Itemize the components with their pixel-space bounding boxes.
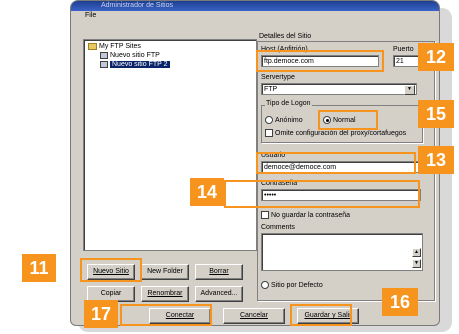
port-label: Puerto — [393, 46, 414, 53]
highlight-user — [256, 152, 416, 174]
callout-13: 13 — [418, 146, 454, 174]
highlight-normal — [318, 110, 378, 130]
computer-icon — [100, 60, 108, 68]
chevron-down-icon[interactable]: ▼ — [404, 85, 415, 95]
callout-17: 17 — [84, 300, 118, 328]
site-tree[interactable]: My FTP Sites Nuevo sitio FTP Nuevo sitio… — [83, 39, 257, 251]
radio-icon — [265, 116, 273, 124]
servertype-select[interactable]: FTP ▼ — [261, 83, 417, 95]
highlight-password — [224, 180, 420, 208]
scroll-down-icon[interactable]: ▼ — [412, 259, 421, 268]
tree-item-site-1[interactable]: Nuevo sitio FTP — [100, 51, 160, 60]
comments-textarea[interactable]: ▲ ▼ — [261, 233, 423, 271]
checkbox-icon — [261, 211, 269, 219]
title-bar: Administrador de Sitios — [71, 1, 439, 11]
scroll-up-icon[interactable]: ▲ — [412, 248, 421, 257]
rename-button[interactable]: Renombrar — [141, 286, 189, 302]
details-group-label: Detalles del Sitio — [259, 33, 312, 40]
cancel-button[interactable]: Cancelar — [223, 308, 285, 324]
computer-icon — [100, 51, 108, 59]
checkbox-icon — [265, 129, 273, 137]
callout-14: 14 — [190, 178, 224, 206]
new-folder-button[interactable]: New Folder — [141, 264, 189, 280]
callout-15: 15 — [418, 100, 454, 128]
delete-button[interactable]: Borrar — [195, 264, 243, 280]
logon-label: Tipo de Logon — [265, 100, 312, 107]
callout-11: 11 — [22, 254, 56, 282]
logon-anon-radio[interactable]: Anónimo — [265, 116, 303, 124]
menu-file[interactable]: File — [85, 12, 96, 19]
tree-item-label: Nuevo sitio FTP 2 — [110, 61, 170, 68]
highlight-save — [290, 304, 352, 326]
proxy-checkbox[interactable]: Omite configuración del proxy/cortafuego… — [265, 129, 406, 137]
nosave-checkbox[interactable]: No guardar la contraseña — [261, 211, 350, 219]
advanced-button[interactable]: Advanced... — [195, 286, 243, 302]
tree-root[interactable]: My FTP Sites — [88, 42, 141, 51]
default-site-radio[interactable]: Sitio por Defecto — [261, 281, 323, 289]
servertype-value: FTP — [264, 86, 278, 93]
servertype-label: Servertype — [261, 74, 295, 81]
radio-icon — [261, 281, 269, 289]
highlight-connect — [120, 304, 212, 326]
comments-label: Comments — [261, 224, 295, 231]
tree-item-site-2[interactable]: Nuevo sitio FTP 2 — [100, 60, 170, 69]
highlight-new-site — [80, 258, 142, 282]
highlight-host — [256, 50, 384, 72]
callout-16: 16 — [382, 288, 418, 316]
tree-item-label: Nuevo sitio FTP — [110, 52, 160, 59]
callout-12: 12 — [418, 43, 454, 71]
folder-icon — [88, 42, 97, 50]
tree-root-label: My FTP Sites — [99, 43, 141, 50]
